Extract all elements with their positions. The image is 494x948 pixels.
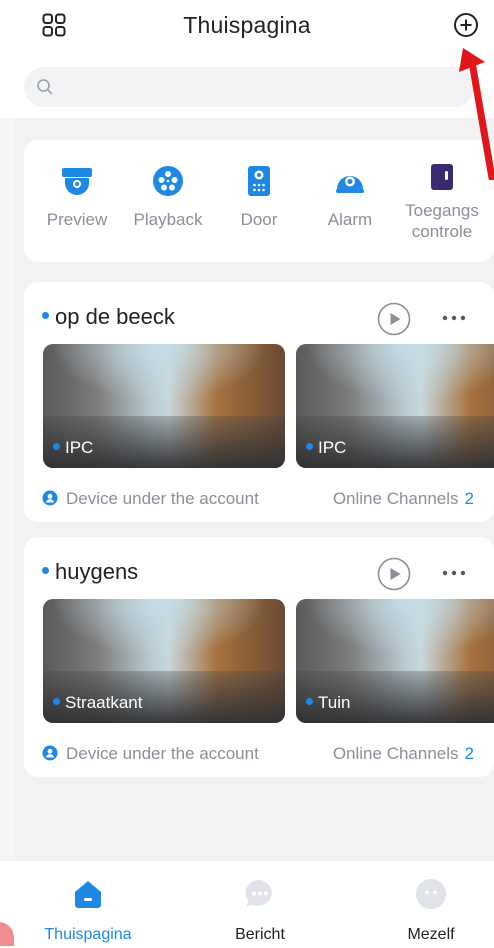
top-bar: Thuispagina [0, 0, 494, 52]
nav-item-mezelf[interactable]: Mezelf [371, 877, 491, 944]
search-icon [37, 79, 53, 95]
bottom-navigation: Thuispagina Bericht Mezelf [0, 860, 494, 948]
quick-actions-panel: Preview Playback Door Alarm Toegangs con… [24, 140, 494, 262]
online-channels: Online Channels 2 [333, 489, 474, 509]
status-dot [42, 311, 49, 319]
home-icon [75, 881, 101, 908]
camera-label: Tuin [306, 693, 350, 713]
page-title: Thuispagina [183, 12, 311, 38]
door-intercom-icon [248, 166, 270, 196]
device-group-card[interactable]: huygens Straatkant Tuin Device under the… [24, 537, 494, 777]
more-dots-icon[interactable] [441, 567, 467, 579]
thumbnail-sky [296, 599, 494, 668]
thumbnail-sky [43, 344, 285, 413]
account-device-text: Device under the account [66, 744, 259, 763]
camera-dome-icon [62, 168, 92, 195]
annotation-arrow-icon [459, 48, 494, 180]
quick-action-label: Alarm [327, 210, 373, 229]
nav-item-thuispagina[interactable]: Thuispagina [28, 877, 148, 944]
search-bar[interactable] [24, 67, 474, 107]
status-dot [42, 566, 49, 574]
device-group-title[interactable]: huygens [42, 559, 138, 585]
account-device-text: Device under the account [66, 489, 259, 508]
alarm-icon [336, 176, 364, 193]
camera-name: Straatkant [65, 693, 143, 712]
camera-thumbnail[interactable]: Tuin [296, 599, 494, 723]
status-dot [53, 443, 60, 451]
nav-label: Mezelf [407, 926, 455, 943]
playback-reel-icon [153, 166, 183, 196]
camera-label: IPC [53, 438, 93, 458]
quick-action-playback[interactable]: Playback [123, 164, 213, 230]
status-dot [306, 443, 313, 451]
search-section [0, 52, 494, 118]
play-circle-icon[interactable] [377, 302, 411, 336]
quick-action-label: Playback [133, 210, 203, 229]
annotation-mark-icon [0, 922, 14, 946]
thumbnail-sky [296, 344, 494, 413]
quick-action-label-line2: controle [411, 222, 473, 241]
online-channels-count: 2 [464, 744, 474, 763]
camera-label: IPC [306, 438, 346, 458]
nav-label: Bericht [235, 926, 285, 943]
online-channels-label: Online Channels [332, 744, 459, 763]
thumbnail-sky [43, 599, 285, 668]
play-circle-icon[interactable] [377, 557, 411, 591]
camera-thumbnail[interactable]: Straatkant [43, 599, 285, 723]
online-channels: Online Channels 2 [333, 744, 474, 764]
search-input[interactable] [64, 67, 464, 107]
device-group-card[interactable]: op de beeck IPC IPC Device under the acc… [24, 282, 494, 522]
status-dot [53, 698, 60, 706]
camera-name: IPC [65, 438, 94, 457]
camera-thumbnail[interactable]: IPC [296, 344, 494, 468]
account-device-label: Device under the account [42, 744, 259, 764]
account-icon [42, 490, 58, 506]
camera-thumbnail[interactable]: IPC [43, 344, 285, 468]
quick-action-preview[interactable]: Preview [32, 164, 122, 230]
quick-action-alarm[interactable]: Alarm [305, 164, 395, 230]
add-circle-icon[interactable] [453, 12, 479, 38]
more-dots-icon[interactable] [441, 312, 467, 324]
camera-name: Tuin [318, 693, 351, 712]
profile-icon [416, 879, 446, 909]
account-device-label: Device under the account [42, 489, 259, 509]
online-channels-count: 2 [464, 489, 474, 508]
status-dot [306, 698, 313, 706]
device-group-name: op de beeck [55, 304, 175, 329]
quick-action-door[interactable]: Door [214, 164, 304, 230]
access-control-icon [431, 164, 453, 190]
nav-item-bericht[interactable]: Bericht [200, 877, 320, 944]
device-group-title[interactable]: op de beeck [42, 304, 175, 330]
message-icon [245, 879, 272, 907]
quick-action-label: Preview [46, 210, 108, 229]
camera-name: IPC [318, 438, 347, 457]
nav-label: Thuispagina [44, 926, 132, 943]
quick-action-label: Toegangs [405, 201, 479, 220]
online-channels-label: Online Channels [332, 489, 459, 508]
account-icon [42, 745, 58, 761]
device-group-name: huygens [55, 559, 139, 584]
camera-label: Straatkant [53, 693, 143, 713]
quick-action-label: Door [240, 210, 278, 229]
